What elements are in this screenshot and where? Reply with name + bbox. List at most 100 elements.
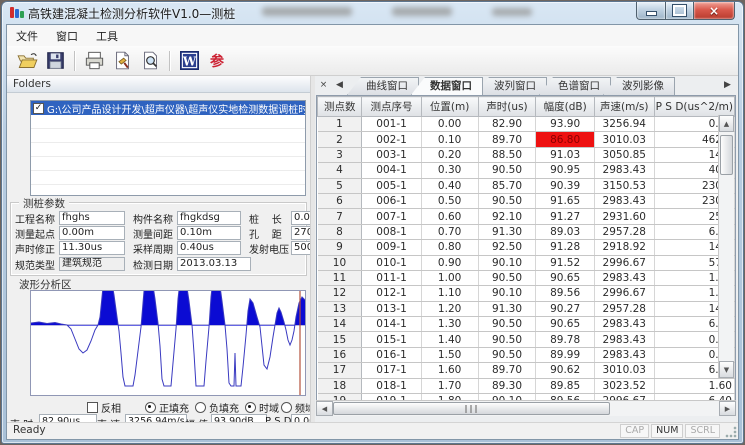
table-cell[interactable]: 3256.94 xyxy=(594,117,654,132)
table-cell[interactable]: 7 xyxy=(318,209,362,224)
table-cell[interactable]: 91.30 xyxy=(478,224,536,239)
table-row[interactable]: 11011-11.0090.5090.652983.431.60 xyxy=(318,270,735,285)
table-cell[interactable]: 12 xyxy=(318,286,362,301)
table-row[interactable]: 13013-11.2091.3090.272957.2814.4 xyxy=(318,301,735,316)
table-cell[interactable]: 82.90 xyxy=(478,117,536,132)
table-row[interactable]: 5005-10.4085.7090.393150.53230.4 xyxy=(318,178,735,193)
print-setup-icon[interactable] xyxy=(109,49,135,73)
table-cell[interactable]: 91.03 xyxy=(536,147,595,162)
tab-波列窗口[interactable]: 波列窗口 xyxy=(475,77,547,95)
table-cell[interactable]: 2996.67 xyxy=(594,286,654,301)
table-row[interactable]: 17017-11.6089.7090.623010.036.40 xyxy=(318,363,735,378)
title-bar[interactable]: 高铁建混凝土检测分析软件V1.0—测桩 × xyxy=(2,2,743,23)
table-cell[interactable]: 0.10 xyxy=(421,132,478,147)
table-cell[interactable]: 2996.67 xyxy=(594,255,654,270)
table-cell[interactable]: 1.40 xyxy=(421,332,478,347)
table-cell[interactable]: 90.50 xyxy=(478,347,536,362)
table-cell[interactable]: 10 xyxy=(318,255,362,270)
fill-positive-radio[interactable]: 正填充 xyxy=(145,400,189,415)
table-cell[interactable]: 002-1 xyxy=(362,132,421,147)
table-cell[interactable]: 91.28 xyxy=(536,240,595,255)
param-field[interactable]: 0.00m xyxy=(59,226,125,240)
table-cell[interactable]: 90.50 xyxy=(478,270,536,285)
table-cell[interactable]: 90.50 xyxy=(478,332,536,347)
table-row[interactable]: 1001-10.0082.9093.903256.940.00 xyxy=(318,117,735,132)
table-cell[interactable]: 5 xyxy=(318,178,362,193)
column-header[interactable]: P S D(us^2/m) xyxy=(654,97,734,117)
param-field[interactable]: 0.10m xyxy=(177,226,241,240)
table-cell[interactable]: 92.10 xyxy=(478,209,536,224)
table-cell[interactable]: 2918.92 xyxy=(594,240,654,255)
tab-波列影像[interactable]: 波列影像 xyxy=(603,77,675,95)
parameters-icon[interactable]: 参 xyxy=(204,49,230,73)
scroll-up-icon[interactable]: ▲ xyxy=(719,115,734,132)
table-cell[interactable]: 89.03 xyxy=(536,224,595,239)
table-cell[interactable]: 017-1 xyxy=(362,363,421,378)
table-cell[interactable]: 0.70 xyxy=(421,224,478,239)
table-cell[interactable]: 2983.43 xyxy=(594,347,654,362)
table-cell[interactable]: 89.70 xyxy=(478,363,536,378)
table-cell[interactable]: 9 xyxy=(318,240,362,255)
tab-scroll-right-icon[interactable]: ▶ xyxy=(721,79,734,92)
table-cell[interactable]: 90.95 xyxy=(536,163,595,178)
table-row[interactable]: 15015-11.4090.5089.782983.430.00 xyxy=(318,332,735,347)
minimize-button[interactable] xyxy=(636,2,666,20)
table-cell[interactable]: 2983.43 xyxy=(594,163,654,178)
table-cell[interactable]: 0.80 xyxy=(421,240,478,255)
table-cell[interactable]: 2983.43 xyxy=(594,332,654,347)
close-button[interactable]: × xyxy=(693,2,735,20)
table-row[interactable]: 6006-10.5090.5091.652983.43230.4 xyxy=(318,193,735,208)
table-row[interactable]: 18018-11.7089.3089.853023.521.60 xyxy=(318,378,735,393)
column-header[interactable]: 幅度(dB) xyxy=(536,97,595,117)
table-cell[interactable]: 1.70 xyxy=(421,378,478,393)
table-cell[interactable]: 003-1 xyxy=(362,147,421,162)
table-cell[interactable]: 013-1 xyxy=(362,301,421,316)
invert-checkbox[interactable]: 反相 xyxy=(87,400,121,415)
table-cell[interactable]: 89.70 xyxy=(478,132,536,147)
waveform-plot[interactable] xyxy=(30,290,306,396)
table-cell[interactable]: 90.10 xyxy=(478,255,536,270)
table-row[interactable]: 16016-11.5090.5089.992983.430.00 xyxy=(318,347,735,362)
param-field[interactable]: 0.40us xyxy=(177,241,241,255)
table-cell[interactable]: 90.27 xyxy=(536,301,595,316)
table-cell[interactable]: 1.60 xyxy=(421,363,478,378)
table-cell[interactable]: 0.20 xyxy=(421,147,478,162)
table-row[interactable]: 14014-11.3090.5090.652983.436.40 xyxy=(318,317,735,332)
table-row[interactable]: 9009-10.8092.5091.282918.9214.4 xyxy=(318,240,735,255)
table-row[interactable]: 10010-10.9090.1091.522996.6757.6 xyxy=(318,255,735,270)
scroll-down-icon[interactable]: ▼ xyxy=(719,361,734,378)
tab-scroll-left-icon[interactable]: ◀ xyxy=(333,79,346,92)
table-cell[interactable]: 008-1 xyxy=(362,224,421,239)
column-header[interactable]: 声时(us) xyxy=(478,97,536,117)
table-cell[interactable]: 2957.28 xyxy=(594,301,654,316)
table-cell[interactable]: 1.10 xyxy=(421,286,478,301)
table-cell[interactable]: 14 xyxy=(318,317,362,332)
table-cell[interactable]: 1.50 xyxy=(421,347,478,362)
table-cell[interactable]: 007-1 xyxy=(362,209,421,224)
table-cell[interactable]: 90.10 xyxy=(478,286,536,301)
table-cell[interactable]: 009-1 xyxy=(362,240,421,255)
table-cell[interactable]: 89.78 xyxy=(536,332,595,347)
vertical-scrollbar[interactable]: ▲ ▼ xyxy=(718,115,734,378)
table-cell[interactable]: 93.90 xyxy=(536,117,595,132)
menu-item-2[interactable]: 工具 xyxy=(87,26,127,46)
table-cell[interactable]: 014-1 xyxy=(362,317,421,332)
table-cell[interactable]: 2983.43 xyxy=(594,317,654,332)
table-cell[interactable]: 2 xyxy=(318,132,362,147)
table-cell[interactable]: 3 xyxy=(318,147,362,162)
maximize-button[interactable] xyxy=(666,2,693,20)
close-view-icon[interactable]: × xyxy=(317,79,330,92)
radio-icon[interactable] xyxy=(195,402,206,413)
table-cell[interactable]: 0.40 xyxy=(421,178,478,193)
table-cell[interactable]: 2957.28 xyxy=(594,224,654,239)
tab-数据窗口[interactable]: 数据窗口 xyxy=(411,77,483,95)
table-cell[interactable]: 90.50 xyxy=(478,163,536,178)
radio-icon[interactable] xyxy=(145,402,156,413)
table-cell[interactable]: 90.65 xyxy=(536,317,595,332)
param-field[interactable]: 11.30us xyxy=(59,241,125,255)
save-icon[interactable] xyxy=(42,49,68,73)
table-cell[interactable]: 85.70 xyxy=(478,178,536,193)
table-cell[interactable]: 89.56 xyxy=(536,286,595,301)
menu-item-0[interactable]: 文件 xyxy=(7,26,47,46)
table-row[interactable]: 4004-10.3090.5090.952983.4340.0 xyxy=(318,163,735,178)
